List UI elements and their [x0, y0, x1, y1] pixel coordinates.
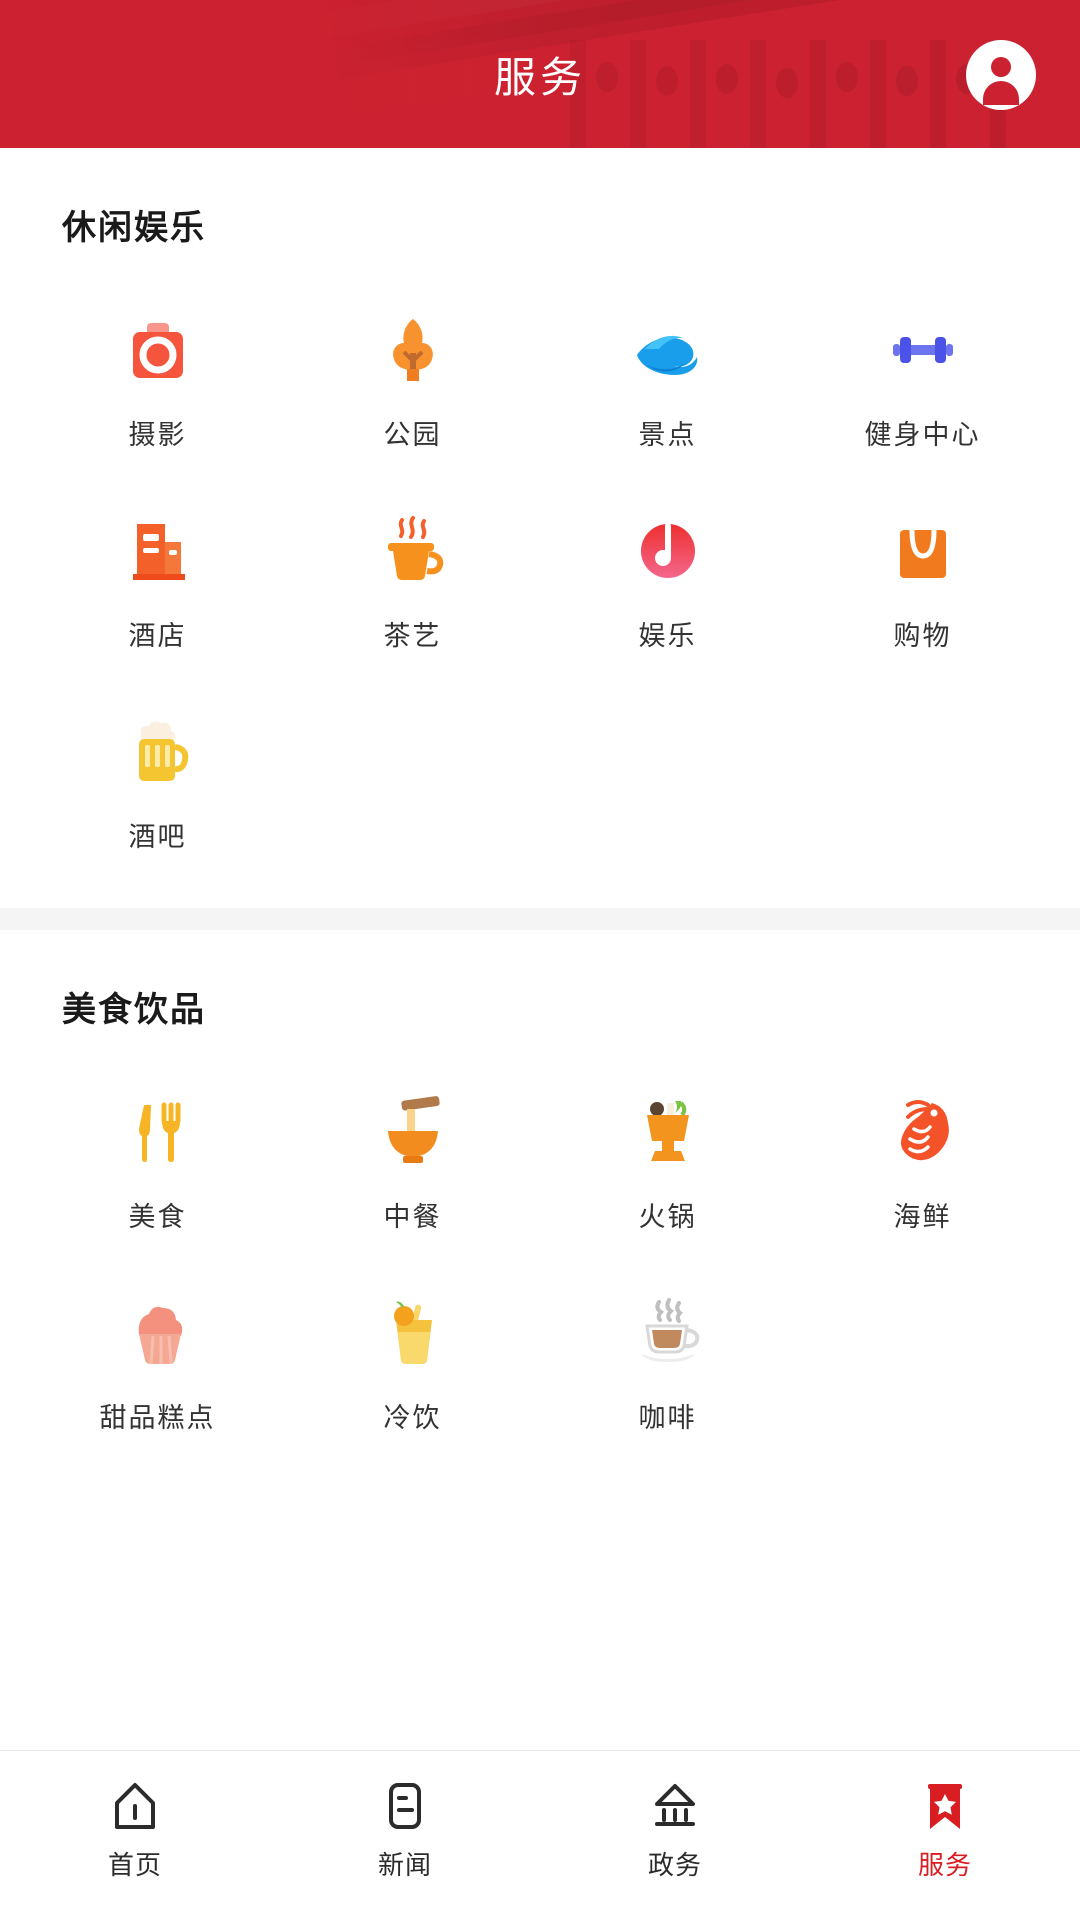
user-avatar-icon [978, 52, 1024, 105]
service-item-park[interactable]: 公园 [285, 283, 540, 470]
home-icon [106, 1777, 164, 1835]
hotel-icon [115, 508, 201, 594]
service-item-shopping[interactable]: 购物 [795, 484, 1050, 671]
service-item-gourmet[interactable]: 美食 [30, 1065, 285, 1252]
service-item-label: 甜品糕点 [99, 1403, 216, 1433]
page-title: 服务 [493, 53, 586, 101]
service-item-chinese-food[interactable]: 中餐 [285, 1065, 540, 1252]
service-item-label: 中餐 [383, 1202, 442, 1232]
service-item-label: 摄影 [128, 420, 187, 450]
section-title-food: 美食饮品 [62, 991, 206, 1029]
nav-tab-service[interactable]: 服务 [810, 1751, 1080, 1882]
nav-tab-news[interactable]: 新闻 [270, 1751, 540, 1882]
service-item-hotel[interactable]: 酒店 [30, 484, 285, 671]
bottom-navigation-bar: 首页 新闻 政务 服务 [0, 1750, 1080, 1920]
service-item-coffee[interactable]: 咖啡 [540, 1266, 795, 1453]
service-item-label: 茶艺 [383, 621, 442, 651]
beer-mug-icon [115, 709, 201, 795]
app-header: 服务 [0, 0, 1080, 148]
service-item-fitness-center[interactable]: 健身中心 [795, 283, 1050, 470]
nav-tab-home[interactable]: 首页 [0, 1751, 270, 1882]
nav-tab-label: 服务 [917, 1850, 972, 1880]
teacup-icon [370, 508, 456, 594]
section-leisure: 休闲娱乐 摄影 公园 景点 健身中心 酒店 茶艺 娱乐 购物 酒吧 [0, 148, 1080, 908]
service-item-tea-art[interactable]: 茶艺 [285, 484, 540, 671]
news-icon [376, 1777, 434, 1835]
service-item-label: 美食 [128, 1202, 187, 1232]
grid-leisure: 摄影 公园 景点 健身中心 酒店 茶艺 娱乐 购物 酒吧 [0, 249, 1080, 872]
rice-bowl-icon [370, 1089, 456, 1175]
shrimp-icon [880, 1089, 966, 1175]
service-bookmark-icon [916, 1777, 974, 1835]
wave-icon [625, 307, 711, 393]
service-item-label: 酒店 [128, 621, 187, 651]
service-item-label: 海鲜 [893, 1202, 952, 1232]
user-avatar-button[interactable] [966, 40, 1036, 110]
service-item-seafood[interactable]: 海鲜 [795, 1065, 1050, 1252]
service-item-label: 冷饮 [383, 1403, 442, 1433]
government-icon [646, 1777, 704, 1835]
nav-tab-label: 新闻 [377, 1850, 432, 1880]
nav-tab-government[interactable]: 政务 [540, 1751, 810, 1882]
service-item-label: 公园 [383, 420, 442, 450]
section-food: 美食饮品 美食 中餐 火锅 海鲜 甜品糕点 冷饮 咖啡 [0, 930, 1080, 1489]
shopping-bag-icon [880, 508, 966, 594]
cold-drink-icon [370, 1290, 456, 1376]
dumbbell-icon [880, 307, 966, 393]
fork-knife-icon [115, 1089, 201, 1175]
service-item-dessert[interactable]: 甜品糕点 [30, 1266, 285, 1453]
service-item-label: 娱乐 [638, 621, 697, 651]
section-divider [0, 908, 1080, 930]
tree-icon [370, 307, 456, 393]
service-item-entertainment[interactable]: 娱乐 [540, 484, 795, 671]
camera-icon [115, 307, 201, 393]
service-item-label: 景点 [638, 420, 697, 450]
service-item-label: 火锅 [638, 1202, 697, 1232]
nav-tab-label: 政务 [647, 1850, 702, 1880]
service-item-label: 酒吧 [128, 822, 187, 852]
nav-tab-label: 首页 [107, 1850, 162, 1880]
bottom-spacer [0, 1489, 1080, 1659]
hotpot-icon [625, 1089, 711, 1175]
service-item-cold-drinks[interactable]: 冷饮 [285, 1266, 540, 1453]
grid-food: 美食 中餐 火锅 海鲜 甜品糕点 冷饮 咖啡 [0, 1031, 1080, 1453]
service-item-label: 健身中心 [864, 420, 981, 450]
service-item-label: 购物 [893, 621, 952, 651]
service-item-label: 咖啡 [638, 1403, 697, 1433]
music-note-icon [625, 508, 711, 594]
service-item-hotpot[interactable]: 火锅 [540, 1065, 795, 1252]
cupcake-icon [115, 1290, 201, 1376]
section-title-leisure: 休闲娱乐 [62, 209, 206, 247]
service-item-attractions[interactable]: 景点 [540, 283, 795, 470]
service-item-bar[interactable]: 酒吧 [30, 685, 285, 872]
coffee-cup-icon [625, 1290, 711, 1376]
service-item-photography[interactable]: 摄影 [30, 283, 285, 470]
